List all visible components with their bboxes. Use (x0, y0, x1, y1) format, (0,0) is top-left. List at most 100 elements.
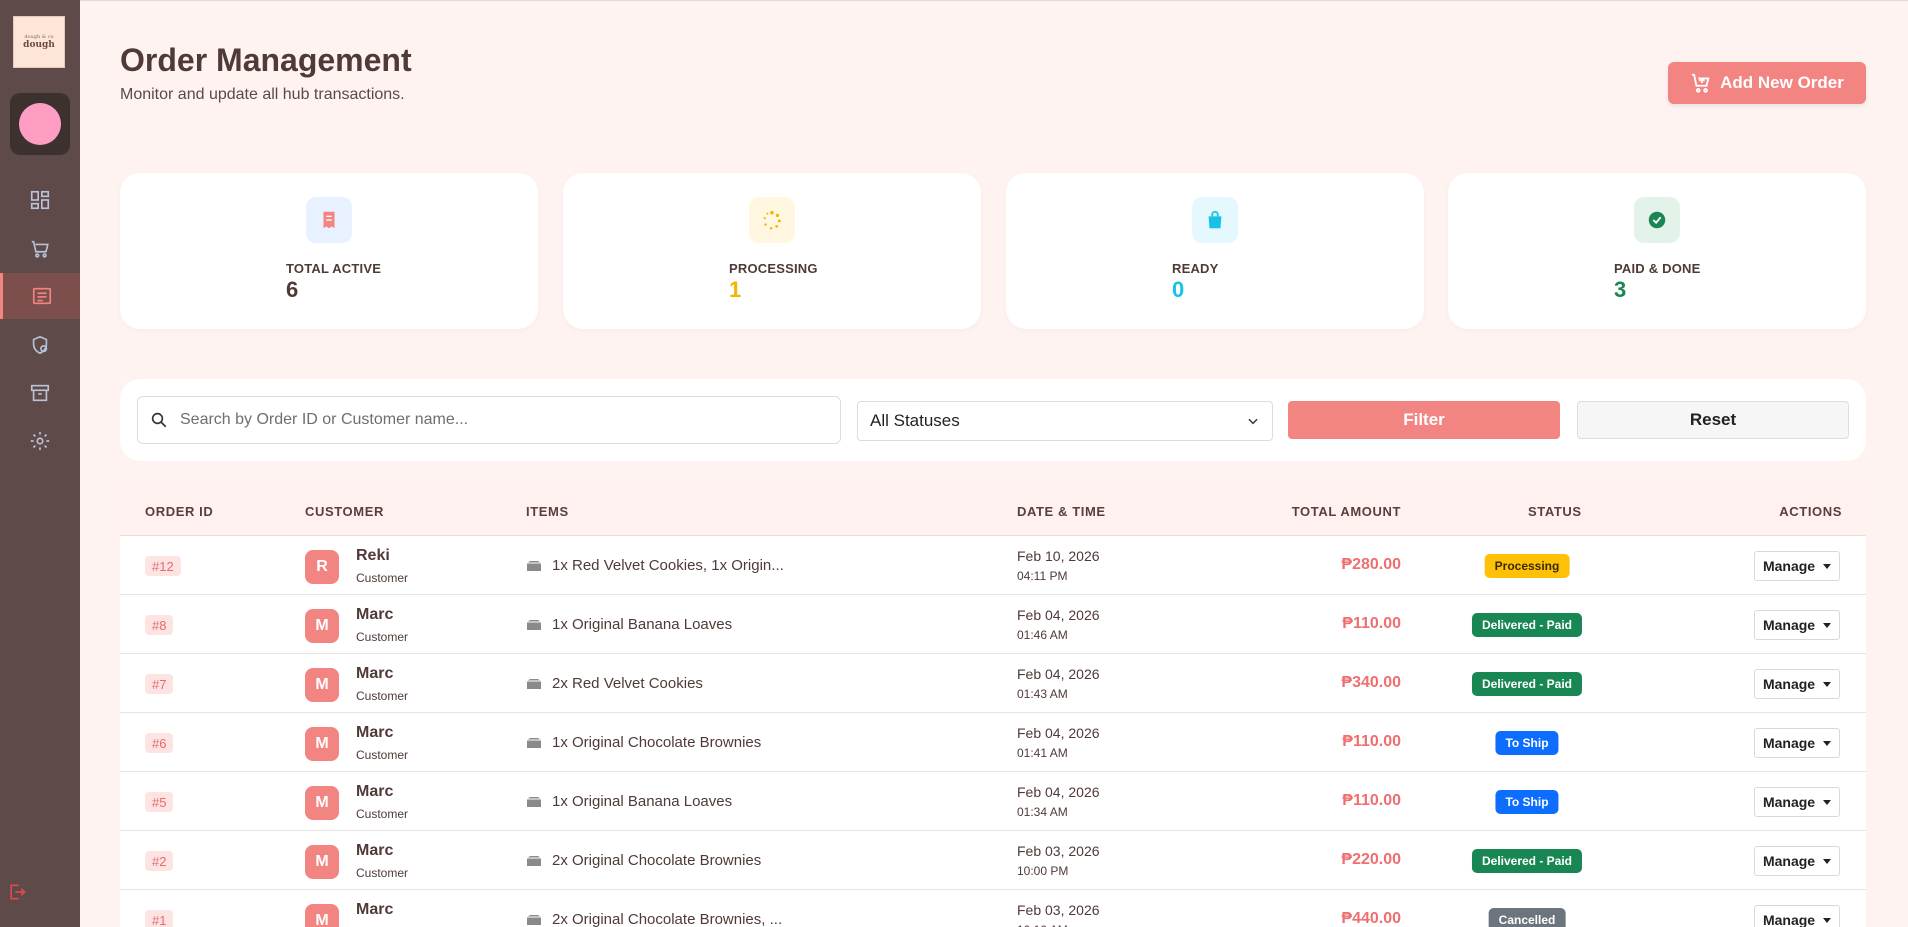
column-header-items[interactable]: ITEMS (526, 504, 569, 519)
order-total: ₱110.00 (1342, 615, 1401, 632)
stat-value: 6 (286, 277, 299, 302)
column-header-customer[interactable]: CUSTOMER (305, 504, 384, 519)
sidebar-item-settings[interactable] (0, 418, 80, 464)
status-badge: Cancelled (1488, 908, 1566, 927)
box-icon (527, 796, 541, 807)
check-circle-icon (1648, 211, 1666, 229)
stat-label: TOTAL ACTIVE (286, 261, 382, 276)
order-items-text: 1x Original Banana Loaves (552, 616, 733, 633)
logout-icon[interactable] (7, 882, 27, 902)
manage-label: Manage (1762, 676, 1816, 692)
stat-icon-box (306, 197, 352, 243)
order-total: ₱110.00 (1342, 733, 1401, 750)
order-time: 01:34 AM (1017, 805, 1068, 819)
order-date: Feb 04, 2026 (1017, 784, 1100, 800)
order-items: 2x Original Chocolate Brownies, ... (526, 911, 782, 927)
customer-avatar: R (305, 550, 339, 584)
manage-dropdown-button[interactable]: Manage (1754, 728, 1840, 758)
manage-label: Manage (1762, 853, 1816, 869)
customer-role: Customer (356, 571, 409, 585)
order-items-text: 1x Original Banana Loaves (552, 793, 733, 810)
customer-avatar: M (305, 786, 339, 820)
add-new-order-button[interactable]: Add New Order (1668, 62, 1866, 104)
stat-value: 0 (1172, 277, 1185, 302)
bag-icon (1208, 210, 1222, 229)
manage-dropdown-button[interactable]: Manage (1754, 551, 1840, 581)
stat-icon-box (1634, 197, 1680, 243)
column-header-total-amount[interactable]: TOTAL AMOUNT (1292, 504, 1401, 519)
customer-name: Marc (356, 842, 394, 859)
customer-role: Customer (356, 689, 409, 703)
column-header-date-time[interactable]: DATE & TIME (1017, 504, 1106, 519)
order-id-badge[interactable]: #5 (145, 792, 174, 812)
order-time: 01:43 AM (1017, 687, 1068, 701)
order-total: ₱110.00 (1342, 792, 1401, 809)
manage-dropdown-button[interactable]: Manage (1754, 610, 1840, 640)
sidebar-item-archive[interactable] (0, 370, 80, 416)
caret-down-icon (1823, 740, 1832, 746)
customer-name: Marc (356, 665, 394, 682)
order-id-badge[interactable]: #6 (145, 733, 174, 753)
table-row[interactable]: #5 M Marc Customer 1x Original Banana Loaves… (120, 772, 1866, 831)
orders-table: ORDER ID CUSTOMER ITEMS DATE & TIME TOTA… (120, 486, 1866, 927)
order-items: 2x Original Chocolate Brownies (526, 852, 761, 869)
caret-down-icon (1823, 917, 1832, 923)
box-icon (527, 914, 541, 925)
manage-dropdown-button[interactable]: Manage (1754, 905, 1840, 927)
order-time: 04:11 PM (1017, 569, 1068, 583)
table-row[interactable]: #6 M Marc Customer 1x Original Chocolate Bro… (120, 713, 1866, 772)
user-avatar[interactable] (10, 93, 70, 155)
order-items: 1x Original Chocolate Brownies (526, 734, 761, 751)
order-total: ₱440.00 (1341, 910, 1401, 927)
table-row[interactable]: #12 R Reki Customer 1x Red Velvet Cookies, 1… (120, 536, 1866, 595)
search-input[interactable] (180, 411, 820, 429)
page-subtitle: Monitor and update all hub transactions. (120, 86, 405, 103)
settings-icon (30, 431, 50, 451)
app-logo[interactable]: dough & co dough (13, 16, 65, 68)
order-id-badge[interactable]: #12 (145, 556, 181, 576)
filter-button[interactable]: Filter (1288, 401, 1560, 439)
table-row[interactable]: #2 M Marc Customer 2x Original Chocolate Bro… (120, 831, 1866, 890)
manage-dropdown-button[interactable]: Manage (1754, 846, 1840, 876)
customer-avatar: M (305, 727, 339, 761)
order-id-badge[interactable]: #8 (145, 615, 174, 635)
sidebar-item-shop[interactable] (0, 226, 80, 272)
order-items-text: 2x Original Chocolate Brownies, ... (552, 911, 783, 927)
order-time: 10:00 PM (1017, 864, 1069, 878)
table-row[interactable]: #8 M Marc Customer 1x Original Banana Loaves… (120, 595, 1866, 654)
order-id-badge[interactable]: #7 (145, 674, 174, 694)
order-id-badge[interactable]: #2 (145, 851, 174, 871)
order-date: Feb 04, 2026 (1017, 607, 1100, 623)
sidebar-item-security[interactable] (0, 322, 80, 368)
customer-role: Customer (356, 630, 409, 644)
archive-icon (30, 384, 50, 402)
manage-label: Manage (1762, 912, 1816, 927)
customer-name: Reki (356, 547, 390, 564)
order-time: 10:10 AM (1017, 923, 1068, 927)
stat-card-total-active: TOTAL ACTIVE 6 (120, 173, 538, 329)
order-date: Feb 04, 2026 (1017, 725, 1100, 741)
manage-dropdown-button[interactable]: Manage (1754, 669, 1840, 699)
sidebar-item-dashboard[interactable] (0, 177, 80, 223)
status-badge: Processing (1484, 554, 1570, 578)
order-date: Feb 04, 2026 (1017, 666, 1100, 682)
order-time: 01:41 AM (1017, 746, 1068, 760)
stat-card-ready: READY 0 (1006, 173, 1424, 329)
table-row[interactable]: #1MMarcCustomer2x Original Chocolate Bro… (120, 890, 1866, 927)
box-icon (527, 560, 541, 571)
order-date: Feb 03, 2026 (1017, 843, 1100, 859)
status-badge: To Ship (1495, 731, 1559, 755)
column-header-status[interactable]: STATUS (1528, 504, 1582, 519)
manage-dropdown-button[interactable]: Manage (1754, 787, 1840, 817)
customer-name: Marc (356, 783, 394, 800)
sidebar-item-orders[interactable] (0, 273, 80, 319)
status-select[interactable]: All Statuses (857, 401, 1273, 441)
customer-avatar: M (305, 845, 339, 879)
reset-button[interactable]: Reset (1577, 401, 1849, 439)
caret-down-icon (1823, 622, 1832, 628)
order-id-badge[interactable]: #1 (145, 910, 174, 927)
table-row[interactable]: #7 M Marc Customer 2x Red Velvet Cookies Feb … (120, 654, 1866, 713)
column-header-order-id[interactable]: ORDER ID (145, 504, 213, 519)
add-new-order-label: Add New Order (1720, 73, 1844, 92)
stat-card-paid-done: PAID & DONE 3 (1448, 173, 1866, 329)
